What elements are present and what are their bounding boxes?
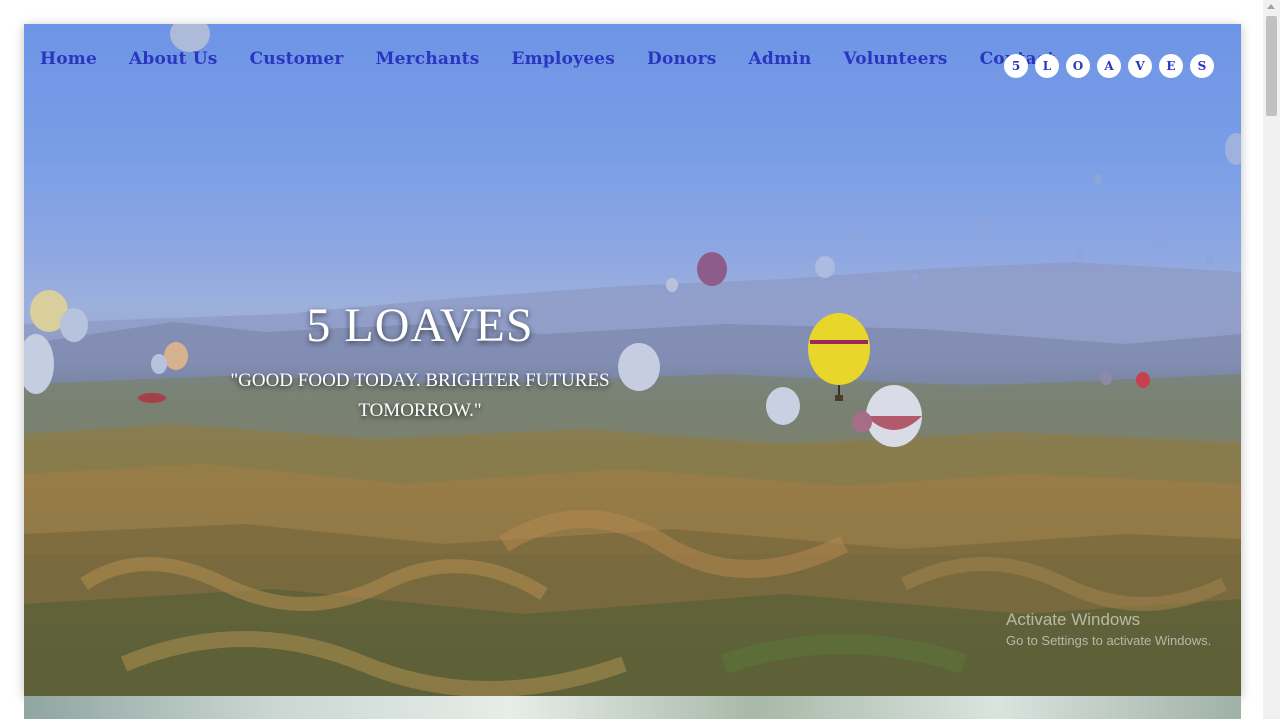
nav-about-us-link[interactable]: About Us [129, 49, 218, 69]
nav-donors-link[interactable]: Donors [647, 49, 717, 69]
site-logo[interactable]: 5 L O A V E S [1004, 54, 1214, 78]
page-scrollbar[interactable] [1263, 0, 1280, 719]
hero-banner: Home About Us Customer Merchants Employe… [24, 24, 1241, 696]
scroll-up-arrow-icon[interactable] [1267, 4, 1275, 9]
windows-activation-watermark: Activate Windows Go to Settings to activ… [1006, 610, 1211, 648]
nav-home-link[interactable]: Home [40, 49, 97, 69]
nav-volunteers-link[interactable]: Volunteers [843, 49, 947, 69]
nav-merchants-link[interactable]: Merchants [376, 49, 480, 69]
logo-letter: 5 [1004, 54, 1028, 78]
hero-tagline: "GOOD FOOD TODAY. BRIGHTER FUTURES TOMOR… [230, 370, 610, 421]
main-nav: Home About Us Customer Merchants Employe… [40, 49, 1087, 69]
watermark-title: Activate Windows [1006, 610, 1141, 629]
logo-letter: V [1128, 54, 1152, 78]
watermark-subtitle: Go to Settings to activate Windows. [1006, 633, 1212, 648]
logo-letter: O [1066, 54, 1090, 78]
nav-admin-link[interactable]: Admin [749, 49, 812, 69]
logo-letter: E [1159, 54, 1183, 78]
logo-letter: A [1097, 54, 1121, 78]
nav-customer-link[interactable]: Customer [250, 49, 344, 69]
nav-employees-link[interactable]: Employees [511, 49, 615, 69]
next-section-preview [24, 696, 1241, 719]
logo-letter: S [1190, 54, 1214, 78]
scrollbar-thumb[interactable] [1266, 16, 1277, 116]
logo-letter: L [1035, 54, 1059, 78]
hero-title: 5 LOAVES [306, 299, 534, 352]
hero-background-image [24, 24, 1241, 696]
